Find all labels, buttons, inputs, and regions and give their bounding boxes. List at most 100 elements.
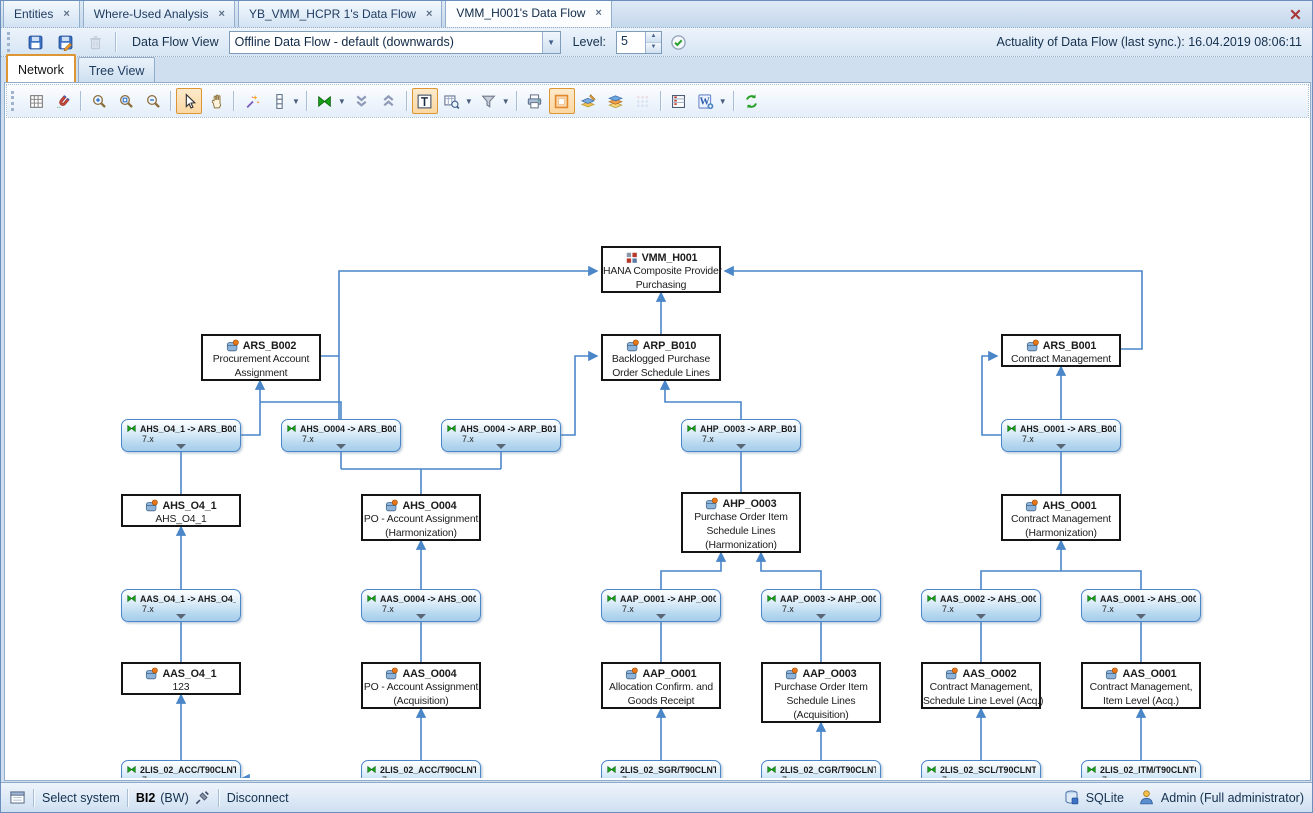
collapse-chevron-icon[interactable] <box>1136 614 1146 619</box>
layout-options-button[interactable] <box>266 88 292 114</box>
transformation-node-12[interactable]: 2LIS_02_ACC/T90CLNT090 ->...7.x <box>361 760 481 778</box>
node-VMM_H001[interactable]: VMM_H001HANA Composite ProviderPurchasin… <box>601 246 721 293</box>
data-flow-view-label: Data Flow View <box>132 35 219 49</box>
transformation-node-11[interactable]: 2LIS_02_ACC/T90CLNT090 ->...7.x <box>121 760 241 778</box>
sync-status-button[interactable] <box>666 29 692 55</box>
collapse-chevron-icon[interactable] <box>1056 444 1066 449</box>
collapse-chevron-icon[interactable] <box>176 444 186 449</box>
document-tab-3[interactable]: VMM_H001's Data Flow× <box>445 0 611 27</box>
spin-up-icon[interactable]: ▲ <box>646 32 661 42</box>
node-ARS_B001[interactable]: ARS_B001Contract Management <box>1001 334 1121 367</box>
node-description-line: Assignment <box>203 367 319 381</box>
document-tab-2[interactable]: YB_VMM_HCPR 1's Data Flow× <box>238 0 442 27</box>
filter-button[interactable] <box>476 88 502 114</box>
data-flow-select[interactable]: Offline Data Flow - default (downwards) … <box>229 31 561 54</box>
transformation-node-0[interactable]: AHS_O4_1 -> ARS_B0027.x <box>121 419 241 452</box>
transformation-node-6[interactable]: AAS_O004 -> AHS_O0047.x <box>361 589 481 622</box>
word-export-button[interactable]: W <box>693 88 719 114</box>
transformation-button[interactable] <box>312 88 338 114</box>
collapse-chevron-icon[interactable] <box>336 444 346 449</box>
transformation-node-9[interactable]: AAS_O002 -> AHS_O0017.x <box>921 589 1041 622</box>
transformation-node-10[interactable]: AAS_O001 -> AHS_O0017.x <box>1081 589 1201 622</box>
dropdown-caret-icon[interactable]: ▼ <box>465 97 473 106</box>
tab-close-icon[interactable]: × <box>62 8 70 20</box>
node-ARP_B010[interactable]: ARP_B010Backlogged PurchaseOrder Schedul… <box>601 334 721 381</box>
dropdown-caret-icon[interactable]: ▼ <box>719 97 727 106</box>
node-ARS_B002[interactable]: ARS_B002Procurement AccountAssignment <box>201 334 321 381</box>
zoom-out-button[interactable] <box>140 88 166 114</box>
frame-icon <box>553 93 570 110</box>
expand-all-button[interactable] <box>376 88 402 114</box>
transformation-node-8[interactable]: AAP_O003 -> AHP_O0037.x <box>761 589 881 622</box>
transformation-node-15[interactable]: 2LIS_02_SCL/T90CLNT090 ->...7.x <box>921 760 1041 778</box>
refresh-button[interactable] <box>739 88 765 114</box>
layers-edit-button[interactable] <box>576 88 602 114</box>
view-tab-network[interactable]: Network <box>6 54 76 83</box>
dropdown-caret-icon[interactable]: ▼ <box>338 97 346 106</box>
node-AAS_O001[interactable]: AAS_O001Contract Management,Item Level (… <box>1081 662 1201 709</box>
level-spinner[interactable]: 5 ▲▼ <box>616 31 662 54</box>
search-table-button[interactable] <box>439 88 465 114</box>
transformation-node-3[interactable]: AHP_O003 -> ARP_B0107.x <box>681 419 801 452</box>
transformation-node-5[interactable]: AAS_O4_1 -> AHS_O4_17.x <box>121 589 241 622</box>
collapse-chevron-icon[interactable] <box>416 614 426 619</box>
transformation-node-13[interactable]: 2LIS_02_SGR/T90CLNT090 ->...7.x <box>601 760 721 778</box>
system-log-icon[interactable] <box>9 789 26 806</box>
view-tab-tree-view[interactable]: Tree View <box>78 57 156 83</box>
close-tab-group-icon[interactable] <box>1288 7 1304 23</box>
transformation-node-1[interactable]: AHS_O004 -> ARS_B0027.x <box>281 419 401 452</box>
node-AAS_O4_1[interactable]: AAS_O4_1123 <box>121 662 241 695</box>
legend-button[interactable] <box>666 88 692 114</box>
collapse-chevron-icon[interactable] <box>496 444 506 449</box>
dropdown-caret-icon[interactable]: ▼ <box>292 97 300 106</box>
node-AHP_O003[interactable]: AHP_O003Purchase Order ItemSchedule Line… <box>681 492 801 553</box>
snap-magnet-button[interactable] <box>50 88 76 114</box>
collapse-all-button[interactable] <box>349 88 375 114</box>
node-AHS_O004[interactable]: AHS_O004PO - Account Assignment(Harmoniz… <box>361 494 481 541</box>
collapse-chevron-icon[interactable] <box>976 614 986 619</box>
transformation-node-14[interactable]: 2LIS_02_CGR/T90CLNT090 ->...7.x <box>761 760 881 778</box>
disconnect-button[interactable]: Disconnect <box>227 791 289 805</box>
save-button[interactable] <box>22 29 48 55</box>
combo-dropdown-icon[interactable]: ▼ <box>542 32 560 53</box>
node-AHS_O001[interactable]: AHS_O001Contract Management(Harmonizatio… <box>1001 494 1121 541</box>
trash-icon <box>87 34 104 51</box>
pan-hand-button[interactable] <box>203 88 229 114</box>
delete-button[interactable] <box>82 29 108 55</box>
layers-button[interactable] <box>603 88 629 114</box>
dropdown-caret-icon[interactable]: ▼ <box>502 97 510 106</box>
node-AAP_O003[interactable]: AAP_O003Purchase Order ItemSchedule Line… <box>761 662 881 723</box>
zoom-page-button[interactable] <box>113 88 139 114</box>
printer-button[interactable] <box>522 88 548 114</box>
adso-icon <box>1105 667 1119 681</box>
transformation-node-4[interactable]: AHS_O001 -> ARS_B0017.x <box>1001 419 1121 452</box>
collapse-chevron-icon[interactable] <box>736 444 746 449</box>
transformation-node-2[interactable]: AHS_O004 -> ARP_B0107.x <box>441 419 561 452</box>
save-as-button[interactable] <box>52 29 78 55</box>
collapse-chevron-icon[interactable] <box>176 614 186 619</box>
auto-layout-button[interactable] <box>239 88 265 114</box>
zoom-in-button[interactable] <box>86 88 112 114</box>
node-AAP_O001[interactable]: AAP_O001Allocation Confirm. andGoods Rec… <box>601 662 721 709</box>
spin-down-icon[interactable]: ▼ <box>646 42 661 53</box>
text-display-button[interactable] <box>412 88 438 114</box>
node-AAS_O002[interactable]: AAS_O002Contract Management,Schedule Lin… <box>921 662 1041 709</box>
select-cursor-button[interactable] <box>176 88 202 114</box>
dots-grid-button[interactable] <box>630 88 656 114</box>
tab-close-icon[interactable]: × <box>218 8 226 20</box>
grid-button[interactable] <box>23 88 49 114</box>
frame-button[interactable] <box>549 88 575 114</box>
diagram-canvas[interactable]: VMM_H001HANA Composite ProviderPurchasin… <box>7 119 1308 778</box>
node-AHS_O4_1[interactable]: AHS_O4_1AHS_O4_1 <box>121 494 241 527</box>
collapse-chevron-icon[interactable] <box>656 614 666 619</box>
transformation-node-16[interactable]: 2LIS_02_ITM/T90CLNT090 ->...7.x <box>1081 760 1201 778</box>
collapse-chevron-icon[interactable] <box>816 614 826 619</box>
transformation-node-7[interactable]: AAP_O001 -> AHP_O0037.x <box>601 589 721 622</box>
transformation-label: AHS_O4_1 -> ARS_B002 <box>140 424 236 434</box>
document-tab-0[interactable]: Entities× <box>3 0 80 27</box>
select-system-button[interactable]: Select system <box>42 791 120 805</box>
tab-close-icon[interactable]: × <box>425 8 433 20</box>
tab-close-icon[interactable]: × <box>594 7 602 19</box>
node-AAS_O004[interactable]: AAS_O004PO - Account Assignment(Acquisit… <box>361 662 481 709</box>
document-tab-1[interactable]: Where-Used Analysis× <box>83 0 235 27</box>
